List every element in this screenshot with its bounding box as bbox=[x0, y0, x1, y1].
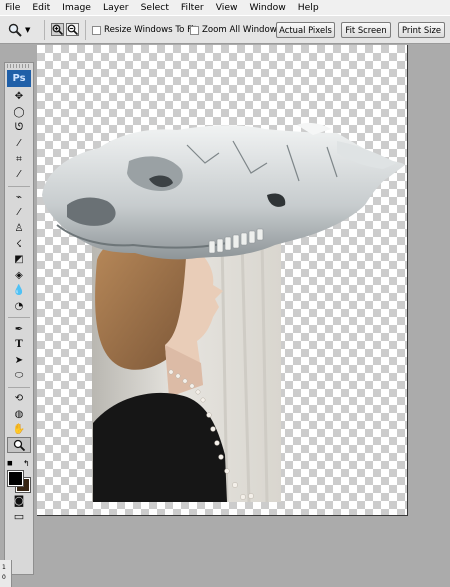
menu-filter[interactable]: Filter bbox=[181, 2, 204, 13]
eyedropper-tool[interactable]: ⁄ bbox=[7, 167, 31, 183]
brush-tool[interactable]: ⁄ bbox=[7, 205, 31, 221]
hand-icon: ✋ bbox=[12, 424, 26, 436]
paint-bucket-icon: ◈ bbox=[15, 269, 23, 281]
zoom-all-windows-label: Zoom All Windows bbox=[202, 25, 282, 35]
crop-tool[interactable]: ⌗ bbox=[7, 151, 31, 167]
photoshop-logo: Ps bbox=[7, 70, 31, 87]
tool-preset-picker[interactable]: ▼ bbox=[8, 22, 36, 38]
vertical-ruler: 1 0 bbox=[0, 560, 12, 587]
options-separator bbox=[85, 20, 86, 40]
brush-icon: ⁄ bbox=[18, 207, 20, 219]
chevron-down-icon: ▼ bbox=[25, 26, 31, 34]
clone-stamp-tool[interactable]: ♙ bbox=[7, 221, 31, 237]
eyedropper-icon: ⁄ bbox=[18, 169, 20, 181]
3d-camera-icon: ◍ bbox=[14, 408, 24, 420]
paint-bucket-tool[interactable]: ◈ bbox=[7, 268, 31, 284]
options-bar: ▼ Resize Windows To Fit Zoom All Windows… bbox=[0, 15, 450, 44]
artwork-image bbox=[42, 122, 405, 503]
menu-file[interactable]: File bbox=[5, 2, 20, 13]
eraser-tool[interactable]: ◩ bbox=[7, 252, 31, 268]
elliptical-marquee-icon: ◯ bbox=[13, 106, 25, 118]
ellipse-shape-icon: ⬭ bbox=[14, 370, 24, 382]
default-colors-icon[interactable]: ◼ bbox=[7, 459, 13, 467]
zoom-out-icon bbox=[67, 24, 78, 35]
zoom-icon bbox=[13, 440, 25, 452]
menu-select[interactable]: Select bbox=[141, 2, 169, 13]
magic-wand-tool[interactable]: ⁄ bbox=[7, 136, 31, 152]
zoom-icon bbox=[8, 23, 22, 37]
lasso-tool[interactable]: ᘎ bbox=[7, 120, 31, 136]
quick-mask-button[interactable]: ◙ bbox=[7, 493, 31, 509]
palette-grip[interactable] bbox=[7, 64, 31, 68]
options-separator bbox=[44, 20, 45, 40]
zoom-in-button[interactable] bbox=[51, 23, 64, 36]
zoom-out-button[interactable] bbox=[66, 23, 79, 36]
lasso-icon: ᘎ bbox=[14, 122, 24, 134]
move-icon: ✥ bbox=[14, 91, 24, 103]
pen-tool[interactable]: ✒ bbox=[7, 321, 31, 337]
magic-wand-icon: ⁄ bbox=[18, 138, 20, 150]
checkbox-box[interactable] bbox=[92, 25, 101, 35]
tools-palette: Ps ✥ ◯ ᘎ ⁄ ⌗ ⁄ ⌁ ⁄ ♙ ☇ ◩ ◈ 💧 ◔ ✒ T ➤ ⬭ ⟲… bbox=[4, 62, 34, 575]
dodge-icon: ◔ bbox=[14, 301, 24, 313]
eraser-icon: ◩ bbox=[14, 254, 24, 266]
3d-rotate-tool[interactable]: ⟲ bbox=[7, 391, 31, 407]
3d-camera-tool[interactable]: ◍ bbox=[7, 406, 31, 422]
crop-icon: ⌗ bbox=[16, 153, 22, 165]
3d-rotate-icon: ⟲ bbox=[14, 392, 24, 404]
blur-tool[interactable]: 💧 bbox=[7, 283, 31, 299]
ruler-mark: 1 bbox=[2, 564, 6, 571]
bandage-icon: ⌁ bbox=[15, 191, 23, 203]
pen-icon: ✒ bbox=[14, 323, 24, 335]
type-icon: T bbox=[15, 339, 23, 351]
checkbox-box[interactable] bbox=[190, 25, 199, 35]
document-canvas[interactable] bbox=[37, 45, 408, 516]
foreground-color-swatch[interactable] bbox=[7, 470, 24, 488]
zoom-in-icon bbox=[52, 24, 63, 35]
menu-window[interactable]: Window bbox=[250, 2, 286, 13]
screen-mode-icon: ▭ bbox=[13, 509, 25, 523]
menu-bar: File Edit Image Layer Select Filter View… bbox=[0, 0, 450, 15]
hand-tool[interactable]: ✋ bbox=[7, 422, 31, 438]
blur-drop-icon: 💧 bbox=[12, 285, 26, 297]
screen-mode-button[interactable]: ▭ bbox=[7, 509, 31, 525]
zoom-all-windows-checkbox[interactable]: Zoom All Windows bbox=[190, 25, 281, 35]
zoom-tool[interactable] bbox=[7, 437, 31, 454]
menu-layer[interactable]: Layer bbox=[103, 2, 129, 13]
menu-help[interactable]: Help bbox=[298, 2, 319, 13]
menu-image[interactable]: Image bbox=[62, 2, 91, 13]
tools-separator bbox=[8, 317, 30, 319]
menu-view[interactable]: View bbox=[216, 2, 238, 13]
shape-tool[interactable]: ⬭ bbox=[7, 368, 31, 384]
print-size-button[interactable]: Print Size bbox=[398, 22, 445, 38]
history-brush-icon: ☇ bbox=[16, 238, 22, 250]
tools-separator bbox=[8, 386, 30, 388]
history-brush-tool[interactable]: ☇ bbox=[7, 236, 31, 252]
stamp-icon: ♙ bbox=[14, 223, 24, 235]
fit-screen-button[interactable]: Fit Screen bbox=[341, 22, 391, 38]
dodge-tool[interactable]: ◔ bbox=[7, 299, 31, 315]
move-tool[interactable]: ✥ bbox=[7, 89, 31, 105]
tools-separator bbox=[8, 185, 30, 187]
quick-mask-icon: ◙ bbox=[13, 494, 25, 508]
healing-brush-tool[interactable]: ⌁ bbox=[7, 190, 31, 206]
actual-pixels-button[interactable]: Actual Pixels bbox=[276, 22, 335, 38]
resize-windows-label: Resize Windows To Fit bbox=[104, 25, 198, 35]
path-selection-tool[interactable]: ➤ bbox=[7, 353, 31, 369]
resize-windows-checkbox[interactable]: Resize Windows To Fit bbox=[92, 25, 197, 35]
menu-edit[interactable]: Edit bbox=[32, 2, 50, 13]
color-swatches: ◼ ↰ bbox=[5, 457, 33, 494]
ruler-mark: 0 bbox=[2, 574, 6, 581]
arrow-pointer-icon: ➤ bbox=[14, 354, 24, 366]
swap-colors-icon[interactable]: ↰ bbox=[23, 459, 30, 468]
marquee-tool[interactable]: ◯ bbox=[7, 105, 31, 121]
type-tool[interactable]: T bbox=[7, 337, 31, 353]
